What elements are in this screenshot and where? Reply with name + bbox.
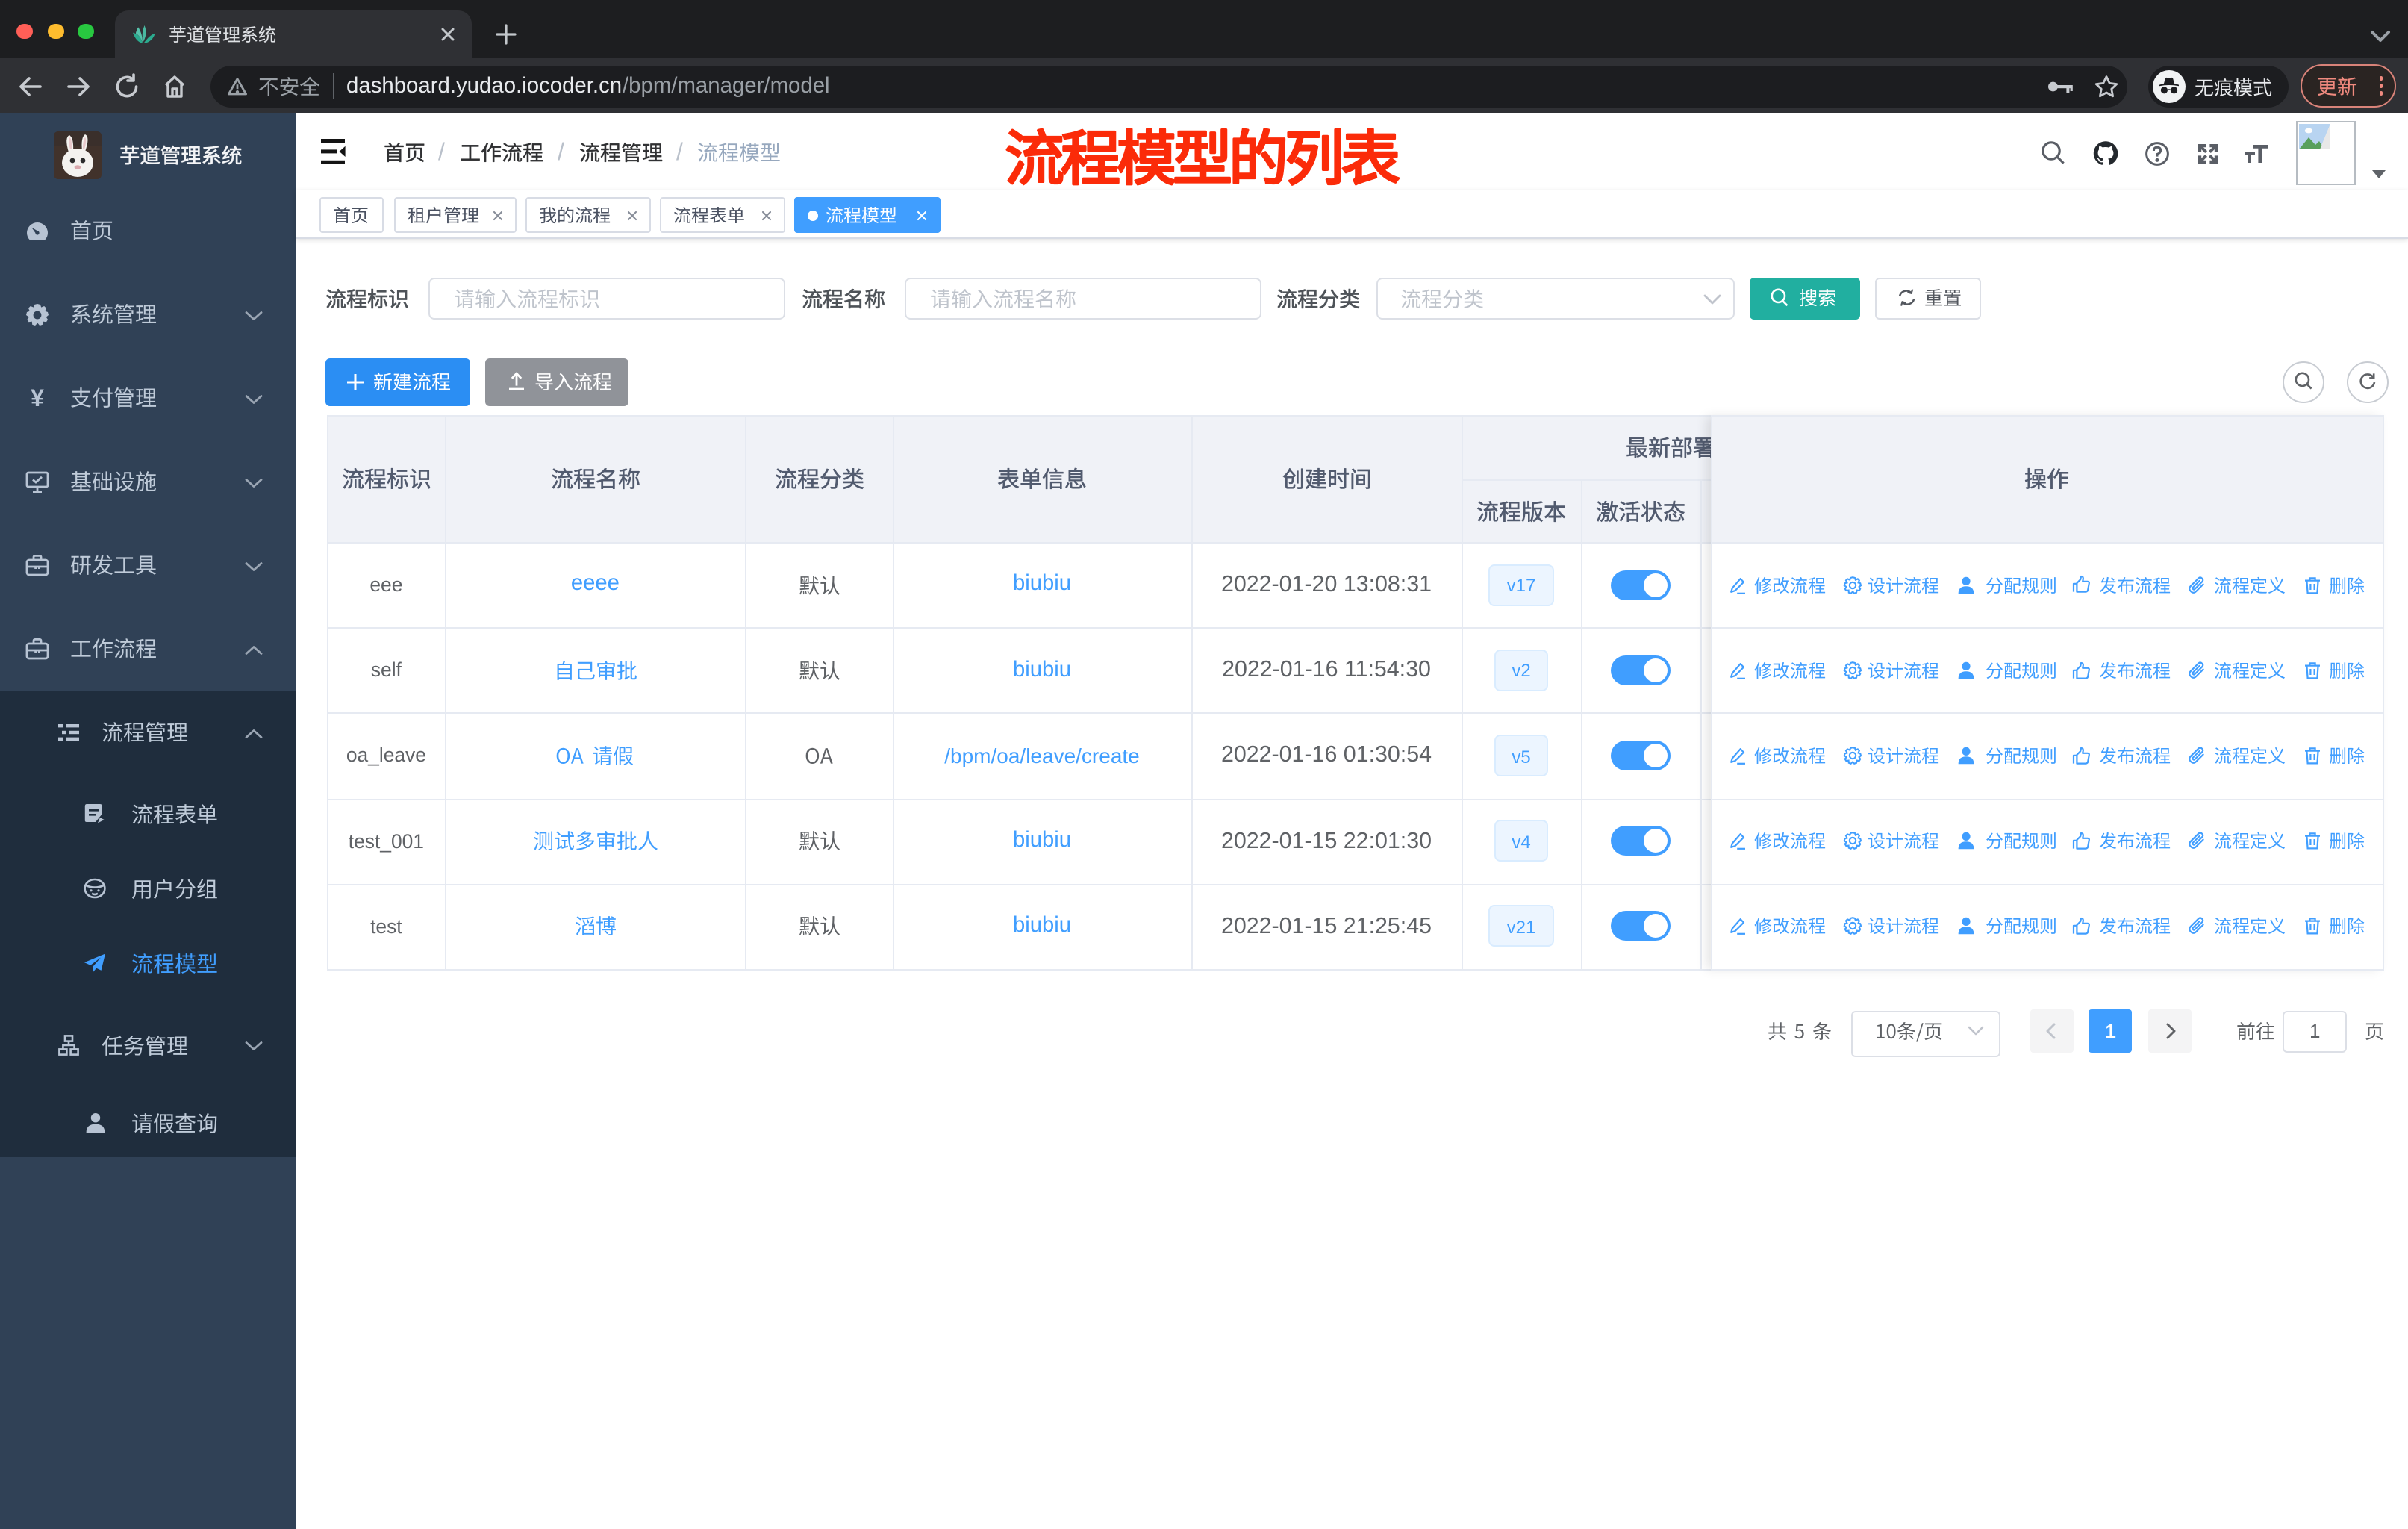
- svg-text:¥: ¥: [31, 384, 44, 411]
